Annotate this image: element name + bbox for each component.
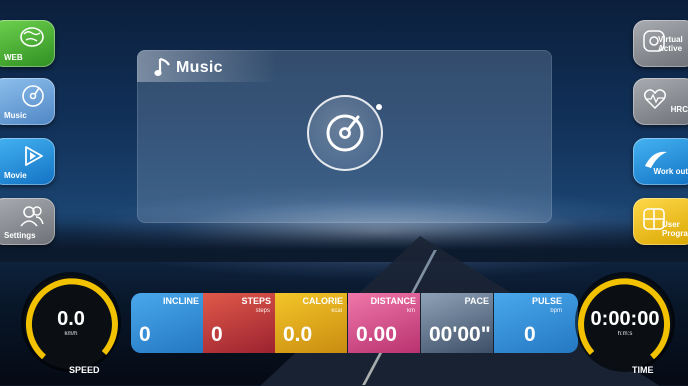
settings-button-label: Settings — [4, 231, 36, 240]
heart-rate-icon — [643, 88, 667, 115]
distance-stat[interactable]: DISTANCE km 0.00 — [348, 293, 420, 353]
pulse-unit: bpm — [550, 308, 562, 314]
speed-label: SPEED — [69, 365, 100, 375]
music-play-disc[interactable] — [307, 95, 383, 171]
time-dial[interactable]: 0:00:00 h:m:s — [578, 275, 672, 369]
hrc-button-label: HRC — [670, 105, 688, 114]
music-button[interactable]: Music — [0, 78, 55, 125]
play-icon — [21, 144, 45, 173]
globe-icon — [19, 26, 45, 53]
user-program-button-label: User Program — [662, 220, 688, 238]
virtual-active-button[interactable]: Virtual Active — [633, 20, 688, 67]
pace-value: 00'00" — [429, 323, 491, 346]
pace-stat[interactable]: PACE 00'00" — [421, 293, 493, 353]
speed-dial[interactable]: 0.0 km/h — [24, 275, 118, 369]
distance-label: DISTANCE — [370, 296, 416, 306]
music-disc-icon — [21, 84, 45, 113]
incline-stat[interactable]: INCLINE 0 — [131, 293, 203, 353]
workout-button[interactable]: Work out — [633, 138, 688, 185]
pulse-label: PULSE — [531, 296, 562, 306]
music-panel: Music — [137, 50, 552, 223]
virtual-active-button-label: Virtual Active — [658, 35, 683, 53]
movie-button-label: Movie — [4, 171, 27, 180]
pace-label: PACE — [464, 296, 489, 306]
music-button-label: Music — [4, 111, 27, 120]
settings-button[interactable]: Settings — [0, 198, 55, 245]
web-button[interactable]: WEB — [0, 20, 55, 67]
steps-value: 0 — [211, 323, 223, 346]
time-label: TIME — [632, 365, 654, 375]
time-value: 0:00:00 — [590, 308, 660, 330]
music-panel-title: Music — [176, 59, 223, 76]
user-program-button[interactable]: User Program — [633, 198, 688, 245]
pulse-value: 0 — [524, 323, 536, 346]
music-note-icon — [154, 56, 172, 83]
calorie-unit: kcal — [331, 308, 342, 314]
steps-unit: steps — [255, 308, 270, 314]
distance-value: 0.00 — [356, 323, 397, 346]
speed-unit: km/h — [64, 331, 78, 337]
calorie-value: 0.0 — [283, 323, 313, 346]
users-icon — [19, 204, 45, 233]
time-unit: h:m:s — [617, 331, 633, 337]
incline-label: INCLINE — [163, 296, 199, 306]
hrc-button[interactable]: HRC — [633, 78, 688, 125]
movie-button[interactable]: Movie — [0, 138, 55, 185]
speed-value: 0.0 — [57, 308, 85, 330]
pulse-stat[interactable]: PULSE bpm 0 — [494, 293, 578, 353]
workout-button-label: Work out — [653, 167, 688, 176]
distance-unit: km — [407, 308, 415, 314]
calorie-label: CALORIE — [302, 296, 344, 306]
steps-label: STEPS — [241, 296, 271, 306]
calorie-stat[interactable]: CALORIE kcal 0.0 — [275, 293, 347, 353]
web-button-label: WEB — [4, 53, 23, 62]
steps-stat[interactable]: STEPS steps 0 — [203, 293, 275, 353]
incline-value: 0 — [139, 323, 151, 346]
